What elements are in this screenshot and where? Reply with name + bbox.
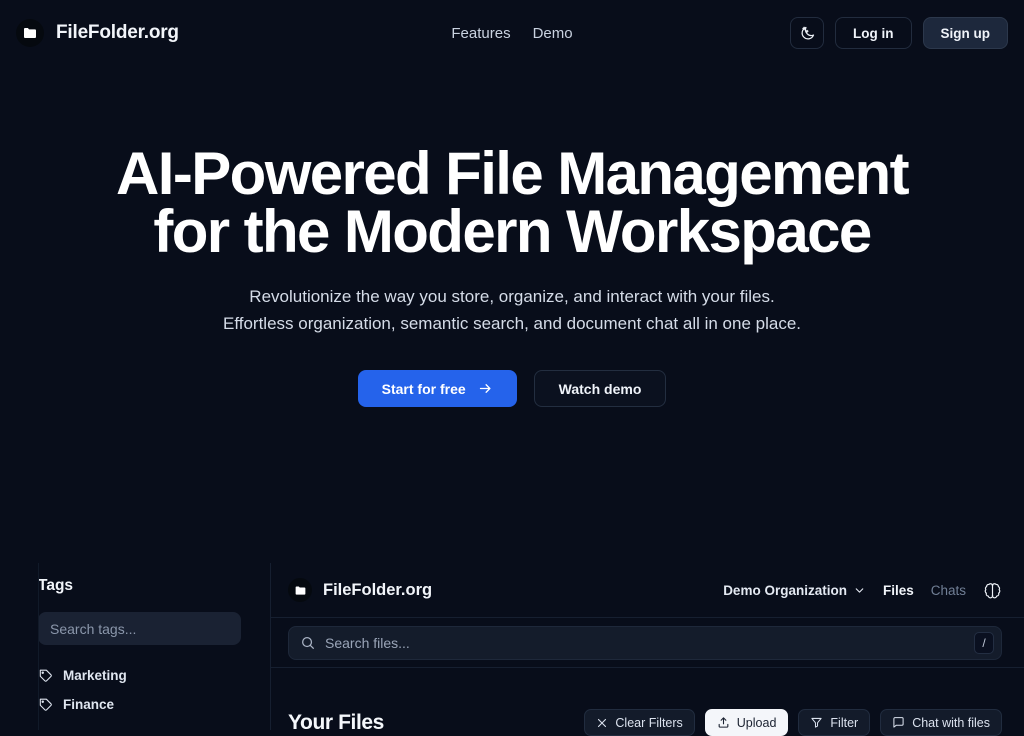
- filter-button[interactable]: Filter: [798, 709, 871, 736]
- watch-demo-button[interactable]: Watch demo: [533, 370, 667, 407]
- hero-section: AI-Powered File Management for the Moder…: [0, 66, 1024, 407]
- search-icon: [300, 635, 316, 651]
- list-item[interactable]: Marketing: [38, 661, 254, 690]
- app-brand-name: FileFolder.org: [323, 580, 433, 599]
- list-item[interactable]: Finance: [38, 690, 254, 719]
- nav-actions: Log in Sign up: [790, 17, 1008, 49]
- top-navbar: FileFolder.org Features Demo Log in Sign…: [0, 0, 1024, 66]
- search-tags-input[interactable]: [38, 612, 241, 645]
- clear-filters-label: Clear Filters: [615, 715, 683, 730]
- folder-icon: [16, 19, 44, 47]
- hero-subtitle-line-1: Revolutionize the way you store, organiz…: [249, 287, 775, 306]
- tag-icon: [38, 697, 53, 712]
- folder-icon: [288, 578, 312, 602]
- filter-label: Filter: [830, 715, 859, 730]
- files-action-buttons: Clear Filters Upload Filter Chat with fi…: [584, 709, 1002, 736]
- start-for-free-button[interactable]: Start for free: [357, 370, 517, 407]
- hero-subtitle: Revolutionize the way you store, organiz…: [0, 284, 1024, 337]
- search-files-box[interactable]: /: [288, 625, 1002, 660]
- organization-switcher[interactable]: Demo Organization: [723, 583, 866, 598]
- app-brand-logo[interactable]: FileFolder.org: [288, 578, 432, 602]
- tags-sidebar: Tags Marketing Fina: [0, 563, 271, 730]
- search-files-input[interactable]: [325, 634, 965, 651]
- nav-link-features[interactable]: Features: [451, 25, 510, 42]
- hero-title-line-2: for the Modern Workspace: [153, 198, 872, 265]
- upload-icon: [717, 716, 730, 729]
- list-item-label: Marketing: [63, 668, 127, 683]
- start-for-free-label: Start for free: [381, 380, 466, 397]
- hero-title-line-1: AI-Powered File Management: [116, 140, 910, 207]
- page-title: AI-Powered File Management for the Moder…: [0, 144, 1024, 262]
- moon-stars-icon: [799, 25, 816, 42]
- chat-bubble-icon: [892, 716, 905, 729]
- nav-link-demo[interactable]: Demo: [533, 25, 573, 42]
- chevron-down-icon: [853, 584, 866, 597]
- organization-name: Demo Organization: [723, 582, 847, 598]
- brand-name: FileFolder.org: [56, 22, 179, 43]
- search-shortcut-badge: /: [974, 631, 994, 654]
- login-button[interactable]: Log in: [835, 17, 912, 49]
- tags-sidebar-title: Tags: [38, 577, 74, 594]
- tag-icon: [38, 668, 53, 683]
- tag-list: Marketing Finance: [38, 661, 254, 719]
- file-search-row: /: [271, 618, 1024, 668]
- app-header: FileFolder.org Demo Organization Files C…: [271, 563, 1024, 618]
- sidebar-left-edge: [38, 563, 39, 730]
- hero-cta-group: Start for free Watch demo: [0, 370, 1024, 407]
- upload-label: Upload: [736, 715, 777, 730]
- brand-logo[interactable]: FileFolder.org: [16, 19, 179, 47]
- close-icon: [596, 717, 608, 729]
- chat-with-files-label: Chat with files: [912, 715, 990, 730]
- chat-with-files-button[interactable]: Chat with files: [880, 709, 1002, 736]
- demo-app-preview: Tags Marketing Fina: [0, 563, 1024, 736]
- files-heading: Your Files: [288, 711, 384, 734]
- tab-chats[interactable]: Chats: [931, 583, 966, 598]
- arrow-right-icon: [478, 381, 493, 396]
- hero-subtitle-line-2: Effortless organization, semantic search…: [222, 313, 802, 333]
- theme-toggle-button[interactable]: [790, 17, 824, 49]
- files-toolbar: Your Files Clear Filters Upload Filter C…: [271, 668, 1024, 736]
- tab-files[interactable]: Files: [883, 583, 914, 598]
- signup-button[interactable]: Sign up: [922, 17, 1008, 49]
- app-header-actions: Demo Organization Files Chats: [723, 581, 1002, 600]
- brain-icon[interactable]: [983, 581, 1002, 600]
- clear-filters-button[interactable]: Clear Filters: [584, 709, 695, 736]
- funnel-icon: [810, 716, 823, 729]
- nav-links: Features Demo: [451, 25, 572, 42]
- demo-main-panel: FileFolder.org Demo Organization Files C…: [271, 563, 1024, 736]
- upload-button[interactable]: Upload: [704, 709, 789, 736]
- list-item-label: Finance: [63, 697, 115, 712]
